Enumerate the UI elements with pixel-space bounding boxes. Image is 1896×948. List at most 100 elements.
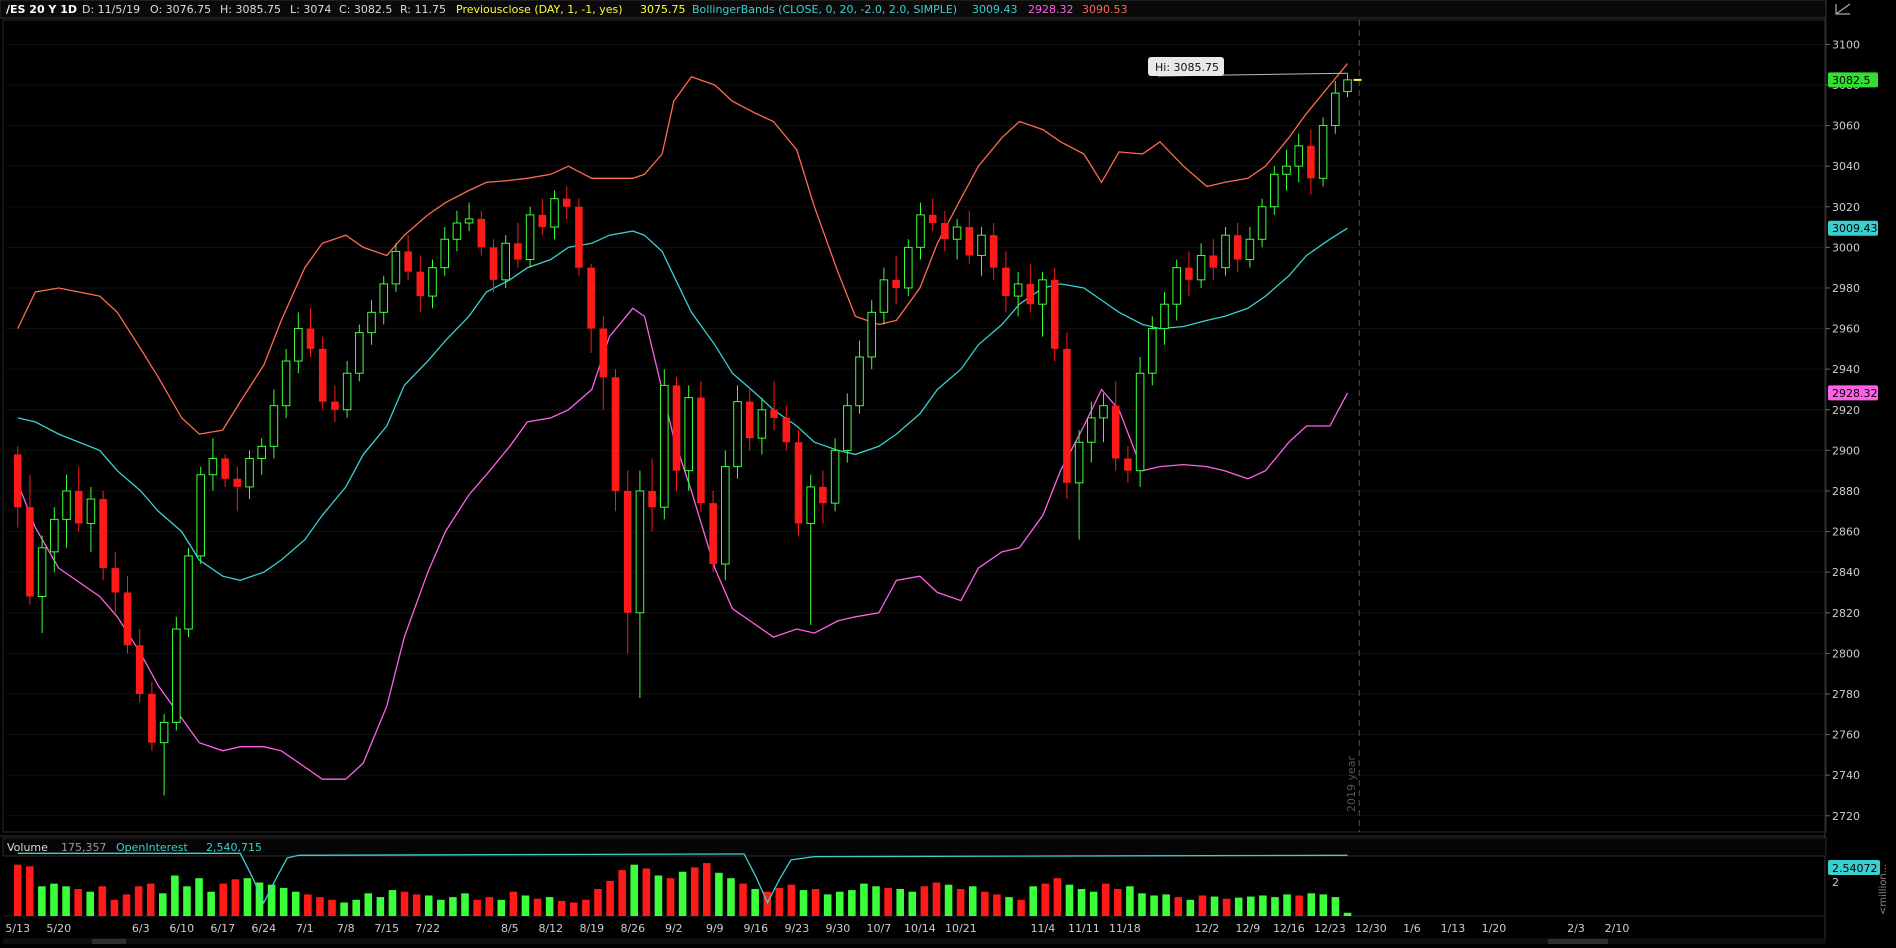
symbol-label[interactable]: /ES 20 Y 1D xyxy=(6,3,77,16)
x-tick-label: 6/3 xyxy=(132,922,150,935)
volume-axis-tick: 2 xyxy=(1832,876,1839,889)
x-tick-label: 8/5 xyxy=(501,922,519,935)
candle-body xyxy=(550,198,559,228)
open-interest-label[interactable]: OpenInterest xyxy=(116,841,188,854)
candle-body xyxy=(355,332,364,374)
volume-label[interactable]: Volume xyxy=(7,841,48,854)
chart-svg: /ES 20 Y 1D D: 11/5/19 O: 3076.75 H: 308… xyxy=(0,0,1896,944)
volume-bar xyxy=(1101,883,1110,916)
candle-body xyxy=(830,449,840,504)
candle-body xyxy=(1111,405,1120,459)
high-label: H: 3085.75 xyxy=(220,3,281,16)
candle-body xyxy=(623,490,632,613)
candle-body xyxy=(757,409,767,439)
bollinger-study-label[interactable]: BollingerBands (CLOSE, 0, 20, -2.0, 2.0,… xyxy=(692,3,957,16)
volume-bar xyxy=(1271,897,1279,916)
volume-bar xyxy=(26,866,34,916)
volume-bar xyxy=(944,884,953,916)
candle-body xyxy=(1233,235,1242,260)
x-tick-label: 7/1 xyxy=(296,922,314,935)
volume-bar xyxy=(110,899,119,916)
candle-body xyxy=(221,458,229,479)
volume-bar xyxy=(424,895,433,916)
candle-body xyxy=(525,214,535,261)
x-tick-label: 7/22 xyxy=(415,922,440,935)
candle-body xyxy=(99,499,107,569)
x-tick-label: 5/13 xyxy=(5,922,30,935)
drawing-tool-icon[interactable] xyxy=(1828,0,1896,18)
candle-body xyxy=(733,401,742,468)
candle-body xyxy=(489,247,498,280)
volume-bar xyxy=(1041,883,1050,916)
x-tick-label: 10/7 xyxy=(867,922,892,935)
x-tick-label: 1/6 xyxy=(1403,922,1421,935)
time-scrollbar[interactable] xyxy=(3,938,1826,944)
candle-body xyxy=(245,457,254,488)
x-tick-label: 10/14 xyxy=(904,922,936,935)
candle xyxy=(660,369,669,520)
candle-body xyxy=(514,243,522,260)
volume-bar xyxy=(775,887,784,916)
candle-body xyxy=(794,442,803,524)
candle-body xyxy=(1270,173,1279,208)
volume-bar xyxy=(497,899,506,916)
y-tick-label: 2940 xyxy=(1832,363,1860,376)
candle-body xyxy=(1282,165,1291,175)
candle-body xyxy=(1257,206,1267,240)
candle-body xyxy=(855,356,864,407)
volume-bar xyxy=(908,891,917,916)
volume-bar xyxy=(690,867,699,916)
candle xyxy=(697,381,705,512)
volume-bar xyxy=(1053,878,1062,916)
volume-unit-label: <million... xyxy=(1878,864,1889,915)
candle-body xyxy=(928,214,937,223)
y-tick-label: 2740 xyxy=(1832,769,1860,782)
volume-value: 175,357 xyxy=(61,841,107,854)
candle-body xyxy=(1294,145,1303,167)
candle-body xyxy=(989,235,998,268)
candle-body xyxy=(184,555,193,630)
candle-body xyxy=(1087,417,1096,443)
volume-bar xyxy=(606,880,614,916)
volume-bar xyxy=(1259,895,1267,916)
candle-body xyxy=(37,547,47,598)
x-tick-label: 2/10 xyxy=(1605,922,1630,935)
volume-bar xyxy=(1247,896,1255,916)
candle-body xyxy=(1209,255,1218,268)
candle-body xyxy=(50,518,59,553)
volume-bar xyxy=(642,868,651,916)
candle-body xyxy=(148,693,156,743)
volume-bar xyxy=(1174,897,1183,916)
candle xyxy=(525,206,535,268)
volume-bar xyxy=(1234,897,1243,916)
volume-bar xyxy=(727,878,735,916)
volume-bar xyxy=(1162,894,1170,916)
volume-bar xyxy=(1319,894,1328,916)
volume-header-bg xyxy=(2,837,1827,857)
volume-bar xyxy=(437,899,445,916)
scroll-thumb[interactable] xyxy=(92,939,126,944)
candle-body xyxy=(208,457,218,476)
x-tick-label: 9/9 xyxy=(706,922,724,935)
scroll-thumb-right[interactable] xyxy=(1548,939,1608,944)
prev-close-study-label[interactable]: Previousclose (DAY, 1, -1, yes) xyxy=(456,3,623,16)
x-tick-label: 9/23 xyxy=(784,922,809,935)
x-tick-label: 11/18 xyxy=(1109,922,1141,935)
candle-body xyxy=(294,328,303,362)
candle xyxy=(355,324,364,382)
candle-body xyxy=(452,222,462,240)
volume-bar xyxy=(811,889,820,916)
candle-body xyxy=(587,267,595,329)
candle-body xyxy=(1172,267,1181,305)
candle-body xyxy=(257,445,266,459)
x-tick-label: 10/21 xyxy=(945,922,977,935)
volume-bar xyxy=(835,891,844,916)
volume-bar xyxy=(1150,895,1158,916)
volume-bar xyxy=(1295,895,1303,916)
candle-body xyxy=(404,251,412,272)
volume-bar xyxy=(968,886,977,916)
candle-body xyxy=(379,283,388,313)
y-tick-label: 3040 xyxy=(1832,160,1860,173)
candle-body xyxy=(1160,303,1169,330)
candle-body xyxy=(1221,234,1230,269)
